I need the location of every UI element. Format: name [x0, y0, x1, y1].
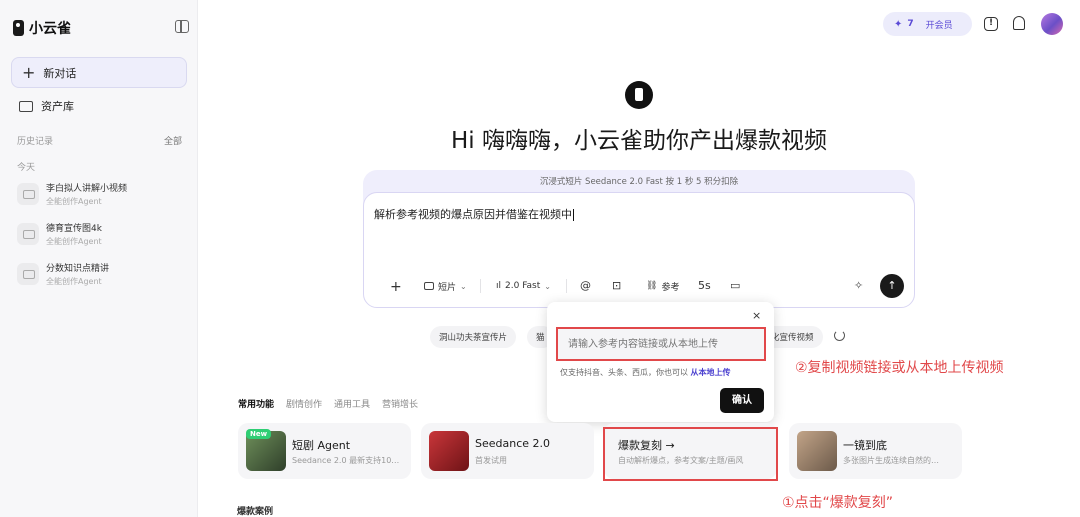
confirm-button[interactable]: 确认 — [720, 388, 764, 413]
card-desc: 首发试用 — [475, 456, 507, 465]
new-chat-button[interactable]: + 新对话 — [11, 57, 187, 88]
upload-local-link[interactable]: 从本地上传 — [691, 368, 731, 377]
asset-library-label: 资产库 — [41, 100, 74, 113]
card-desc: 多张图片生成连续自然的… — [843, 456, 939, 465]
popup-hint: 仅支持抖音、头条、西瓜，你也可以 从本地上传 — [560, 367, 731, 378]
bars-icon: ıl — [496, 281, 502, 291]
annotation-step1: ①点击“爆款复刻” — [782, 495, 894, 511]
tab-common[interactable]: 常用功能 — [238, 397, 274, 410]
popup-hint-text: 仅支持抖音、头条、西瓜，你也可以 — [560, 368, 688, 377]
history-item-title: 分数知识点精讲 — [46, 264, 110, 274]
sidebar-collapse-icon[interactable] — [175, 20, 189, 33]
history-item-sub: 全能创作Agent — [46, 277, 102, 286]
divider — [566, 279, 567, 293]
history-item[interactable]: 德育宣传图4k 全能创作Agent — [17, 221, 102, 247]
mention-icon[interactable]: @ — [580, 279, 591, 292]
prompt-input[interactable]: 解析参考视频的爆点原因并借鉴在视频中 — [374, 206, 574, 222]
history-item-title: 德育宣传图4k — [46, 224, 102, 234]
card-thumbnail — [429, 431, 469, 471]
hero-logo-icon — [625, 81, 653, 109]
annotation-step2: ②复制视频链接或从本地上传视频 — [795, 360, 1004, 376]
link-icon: ⛓ — [646, 281, 658, 291]
brand[interactable]: 小云雀 — [13, 18, 71, 38]
highlight-box — [603, 427, 778, 481]
chat-icon — [17, 263, 39, 285]
folder-icon — [19, 100, 33, 112]
credit-count: 7 — [907, 19, 914, 29]
text-caret — [573, 209, 574, 221]
tab-story[interactable]: 剧情创作 — [286, 397, 322, 410]
sparkle-icon: ✦ — [894, 18, 903, 30]
asset-library-link[interactable]: 资产库 — [19, 98, 74, 114]
card-title: 短剧 Agent — [292, 439, 351, 452]
history-item-sub: 全能创作Agent — [46, 237, 102, 246]
model-dropdown[interactable]: ıl 2.0 Fast ⌄ — [490, 276, 557, 296]
alert-icon[interactable]: ! — [984, 17, 998, 31]
frame-icon[interactable]: ⊡ — [612, 279, 621, 292]
history-all-link[interactable]: 全部 — [164, 134, 182, 147]
magic-icon[interactable]: ✧ — [854, 279, 863, 292]
feature-card-short-drama[interactable]: New 短剧 Agent Seedance 2.0 最新支持10… — [238, 423, 411, 479]
add-attachment-button[interactable]: + — [390, 279, 402, 295]
credits-vip-pill[interactable]: ✦ 7 开会员 — [883, 12, 972, 36]
plus-icon: + — [22, 62, 36, 82]
mode-label: 短片 — [438, 282, 457, 293]
chat-icon — [17, 223, 39, 245]
card-title: 一镜到底 — [843, 439, 887, 452]
tab-tools[interactable]: 通用工具 — [334, 397, 370, 410]
feature-card-one-take[interactable]: 一镜到底 多张图片生成连续自然的… — [789, 423, 962, 479]
brand-name: 小云雀 — [29, 21, 71, 37]
history-item-title: 李白拟人讲解小视频 — [46, 184, 128, 194]
new-badge: New — [246, 429, 272, 439]
refresh-icon[interactable] — [834, 330, 845, 341]
reference-button[interactable]: ⛓ 参考 — [640, 276, 685, 296]
card-desc: Seedance 2.0 最新支持10… — [292, 456, 400, 465]
close-icon[interactable]: × — [752, 309, 761, 322]
sidebar: 小云雀 + 新对话 资产库 历史记录 全部 今天 李白拟人讲解小视频 全能创作A… — [0, 0, 198, 517]
suggestion-chip[interactable]: 洞山功夫茶宣传片 — [430, 326, 517, 348]
mode-dropdown[interactable]: 短片 ⌄ — [418, 276, 473, 296]
chat-icon — [17, 183, 39, 205]
prompt-text: 解析参考视频的爆点原因并借鉴在视频中 — [374, 208, 572, 221]
divider — [480, 279, 481, 293]
feature-card-seedance[interactable]: Seedance 2.0 首发试用 — [421, 423, 594, 479]
history-item[interactable]: 分数知识点精讲 全能创作Agent — [17, 261, 109, 287]
hero-title: Hi 嗨嗨嗨，小云雀助你产出爆款视频 — [451, 128, 827, 154]
history-heading: 历史记录 — [17, 137, 54, 147]
card-thumbnail — [797, 431, 837, 471]
reference-link-input[interactable] — [556, 327, 766, 361]
card-title: Seedance 2.0 — [475, 437, 551, 450]
history-item-sub: 全能创作Agent — [46, 197, 102, 206]
reference-label: 参考 — [661, 282, 680, 293]
tab-marketing[interactable]: 营销增长 — [382, 397, 418, 410]
chevron-down-icon: ⌄ — [544, 281, 551, 291]
composer-note: 沉浸式短片 Seedance 2.0 Fast 按 1 秒 5 积分扣除 — [539, 177, 739, 187]
send-button[interactable]: ↑ — [880, 274, 904, 298]
vip-label: 开会员 — [925, 20, 953, 31]
logo-icon — [13, 20, 24, 36]
today-heading: 今天 — [17, 163, 36, 173]
bell-icon[interactable] — [1013, 16, 1025, 30]
duration-button[interactable]: 5s — [698, 279, 711, 292]
new-chat-label: 新对话 — [43, 66, 77, 80]
video-icon — [424, 282, 434, 290]
history-item[interactable]: 李白拟人讲解小视频 全能创作Agent — [17, 181, 127, 207]
avatar[interactable] — [1041, 13, 1063, 35]
cases-heading: 爆款案例 — [237, 507, 274, 517]
chevron-down-icon: ⌄ — [460, 281, 467, 291]
model-label: 2.0 Fast — [505, 281, 541, 291]
ratio-icon[interactable]: ▭ — [730, 279, 740, 292]
